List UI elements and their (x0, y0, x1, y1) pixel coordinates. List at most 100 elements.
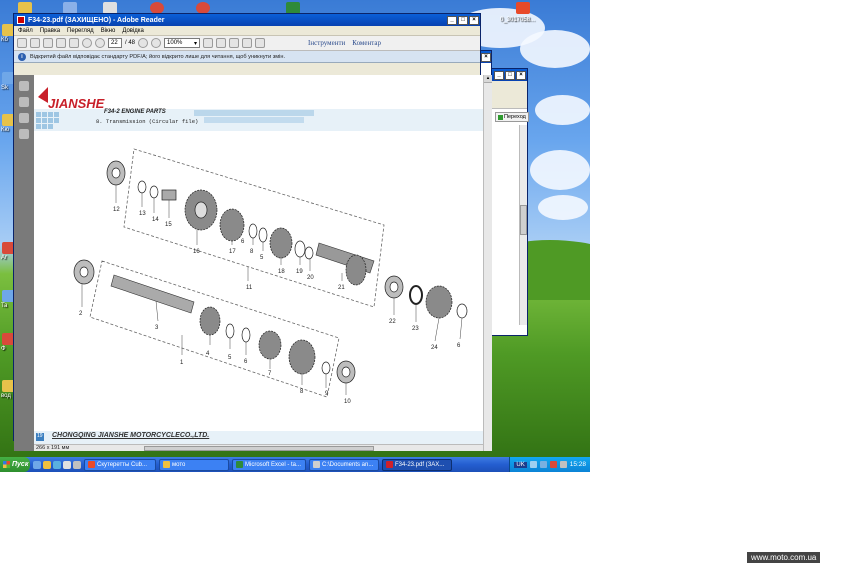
volume-icon[interactable] (559, 461, 567, 468)
next-page-icon[interactable] (95, 38, 105, 48)
brand-logo-icon (38, 87, 48, 103)
open-file-icon[interactable] (30, 38, 40, 48)
tray-icon[interactable] (539, 461, 547, 468)
maximize-button[interactable]: □ (505, 70, 515, 80)
pdfa-info-bar: i Відкритий файл відповідає стандарту PD… (14, 51, 480, 63)
comment-link[interactable]: Коментар (352, 39, 381, 47)
washer-9 (321, 361, 331, 375)
minimize-button[interactable]: _ (494, 70, 504, 80)
part-number: 14 (152, 217, 159, 223)
save-icon[interactable] (43, 38, 53, 48)
expand-icon[interactable] (255, 38, 266, 48)
part-number-labels: 123456678 910111213141516 175818 1920212223… (79, 207, 461, 405)
taskbar-button-label: Скутеретты Cub... (97, 461, 148, 468)
background-window-scrollbar[interactable] (519, 125, 527, 325)
layers-icon[interactable] (19, 129, 29, 139)
brand-name: JIANSHE (48, 96, 105, 111)
email-icon[interactable] (69, 38, 79, 48)
scroll-thumb[interactable] (520, 205, 527, 235)
start-button[interactable]: Пуск (0, 457, 30, 472)
sign-icon[interactable] (242, 38, 253, 48)
part-number: 10 (344, 399, 351, 405)
menu-item[interactable]: Довідка (122, 28, 144, 34)
bearing-10-bore (341, 366, 351, 378)
taskbar-button[interactable]: мото (159, 458, 229, 471)
tray-icon[interactable] (529, 461, 537, 468)
print-icon[interactable] (56, 38, 66, 48)
gear-16-hub (194, 201, 208, 219)
scroll-up-arrow-icon[interactable]: ▴ (484, 75, 492, 83)
system-tray: UK 15:28 (509, 457, 590, 472)
footer-company: CHONGQING JIANSHE MOTORCYCLECO.,LTD. (52, 432, 210, 439)
scroll-thumb[interactable] (144, 446, 374, 451)
desktop-shortcut-label: вод (1, 393, 11, 399)
taskbar-button[interactable]: Microsoft Excel - ta... (232, 458, 306, 471)
comment-icon[interactable] (229, 38, 240, 48)
taskbar-button-label: мото (172, 461, 186, 468)
close-button[interactable]: × (481, 52, 491, 62)
taskbar-button[interactable]: Скутеретты Cub... (84, 458, 156, 471)
go-button[interactable]: Переход (495, 112, 529, 122)
pages-icon[interactable] (19, 97, 29, 107)
zoom-out-icon[interactable] (138, 38, 149, 48)
fit-width-icon[interactable] (216, 38, 227, 48)
chevron-down-icon: ▾ (194, 40, 198, 47)
gear-8 (288, 339, 316, 375)
zoom-select[interactable]: 100% ▾ (164, 38, 201, 48)
attachment-icon[interactable] (19, 113, 29, 123)
close-button[interactable]: × (469, 15, 479, 25)
desktop-file-label: 0_3017058... (500, 17, 536, 23)
desktop-file-icon[interactable] (516, 2, 530, 14)
menu-item[interactable]: Перегляд (67, 28, 94, 34)
zoom-in-icon[interactable] (151, 38, 162, 48)
create-pdf-icon[interactable] (17, 38, 27, 48)
lock-icon[interactable] (19, 81, 29, 91)
taskbar-button[interactable]: F34-23.pdf (ЗАХ... (382, 458, 452, 471)
vertical-scrollbar[interactable]: ▴ (483, 75, 492, 451)
seal-23 (409, 285, 423, 305)
quick-launch-icon[interactable] (33, 460, 41, 469)
part-number: 17 (229, 249, 236, 255)
tray-icon[interactable] (549, 461, 557, 468)
desktop-shortcut-label: Кб (1, 37, 8, 43)
gear-4 (199, 306, 221, 336)
language-indicator[interactable]: UK (514, 461, 527, 468)
menu-item[interactable]: Файл (18, 28, 33, 34)
previous-page-icon[interactable] (82, 38, 92, 48)
taskbar-button[interactable]: C:\Documents an... (309, 458, 379, 471)
menu-item[interactable]: Вікно (101, 28, 116, 34)
page-number-input[interactable]: 22 (108, 38, 122, 48)
clock[interactable]: 15:28 (570, 461, 586, 468)
zoom-value: 100% (167, 40, 183, 46)
adobe-reader-titlebar[interactable]: F34-23.pdf (ЗАХИЩЕНО) - Adobe Reader _ □… (14, 14, 480, 26)
quick-launch-icon[interactable] (63, 460, 71, 469)
section-title: F34-2 ENGINE PARTS (104, 109, 166, 115)
quick-launch-icon[interactable] (53, 460, 61, 469)
menu-item[interactable]: Правка (40, 28, 60, 34)
gear-18 (269, 227, 293, 259)
part-number: 19 (296, 269, 303, 275)
start-label: Пуск (12, 461, 29, 468)
maximize-button[interactable]: □ (458, 15, 468, 25)
gear-17 (219, 208, 245, 242)
navigation-pane (14, 75, 34, 451)
horizontal-scrollbar[interactable] (34, 444, 483, 451)
part-number: 5 (260, 255, 264, 261)
close-button[interactable]: × (516, 70, 526, 80)
gear-set (73, 160, 468, 384)
part-number: 6 (241, 239, 245, 245)
menu-bar: Файл Правка Перегляд Вікно Довідка (14, 26, 480, 36)
page-total: / 48 (125, 40, 136, 46)
minimize-button[interactable]: _ (447, 15, 457, 25)
adobe-reader-window[interactable]: F34-23.pdf (ЗАХИЩЕНО) - Adobe Reader _ □… (13, 13, 492, 451)
quick-launch-icon[interactable] (73, 460, 81, 469)
info-icon: i (18, 52, 26, 61)
washer-5 (258, 227, 268, 243)
part-number: 6 (457, 343, 461, 349)
fit-page-icon[interactable] (203, 38, 214, 48)
quick-launch-icon[interactable] (43, 460, 51, 469)
circlip-8 (248, 223, 258, 239)
tools-link[interactable]: Інструменти (308, 39, 345, 47)
part-number: 6 (244, 359, 248, 365)
gear-21 (345, 254, 367, 286)
